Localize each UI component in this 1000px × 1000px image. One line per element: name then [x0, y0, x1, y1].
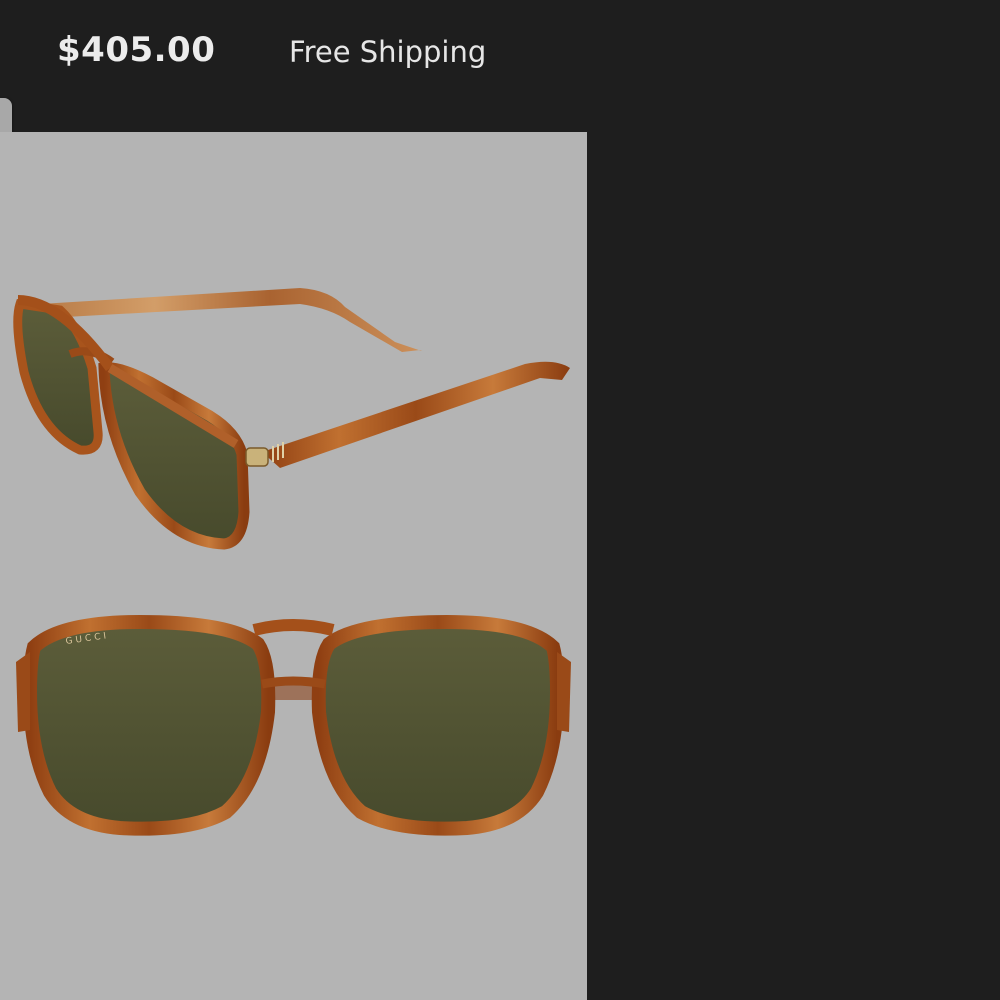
price-header: $405.00 Free Shipping — [0, 0, 1000, 132]
sunglasses-image: GUCCI — [13, 288, 571, 836]
product-image-panel[interactable]: GUCCI — [0, 132, 587, 1000]
sunglasses-side-view — [13, 288, 570, 550]
shipping-label: Free Shipping — [289, 35, 487, 69]
product-price: $405.00 — [57, 30, 216, 70]
sunglasses-front-view: GUCCI — [16, 614, 571, 836]
